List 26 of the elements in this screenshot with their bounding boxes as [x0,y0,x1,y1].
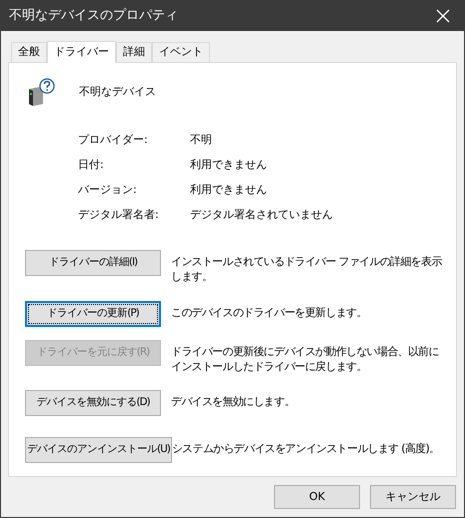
action-description: このデバイスのドライバーを更新します。 [171,305,368,320]
action-button[interactable]: ドライバーの更新(P) [25,301,161,327]
action-button[interactable]: デバイスのアンインストール(U) [25,437,172,463]
window-title: 不明なデバイスのプロパティ [9,7,178,26]
tab[interactable]: 全般 [11,42,47,62]
dialog-button[interactable]: キャンセル [370,485,456,509]
property-value: 不明 [190,132,212,148]
device-name: 不明なデバイス [79,84,156,100]
tab[interactable]: 詳細 [116,42,152,62]
dialog-button[interactable]: OK [274,485,360,509]
property-label: デジタル署名者: [78,206,160,223]
property-value: 利用できません [190,182,267,198]
action-description: システムからデバイスをアンインストールします (高度)。 [172,441,440,456]
action-description: デバイスを無効にします。 [171,394,296,409]
action-description: インストールされているドライバー ファイルの詳細を表示します。 [171,254,443,284]
action-button[interactable]: デバイスを無効にする(D) [25,390,161,416]
property-label: プロバイダー: [78,132,149,148]
tab[interactable]: イベント [152,42,210,62]
close-icon[interactable] [436,9,450,23]
property-value: デジタル署名されていません [190,206,333,223]
property-label: 日付: [78,156,105,173]
property-label: バージョン: [78,182,138,198]
property-value: 利用できません [190,156,267,173]
action-button[interactable]: ドライバーの詳細(I) [25,250,161,276]
action-description: ドライバーの更新後にデバイスが動作しない場合、以前にインストールしたドライバーに戻します。 [171,344,440,374]
tab[interactable]: ドライバー [47,41,116,63]
